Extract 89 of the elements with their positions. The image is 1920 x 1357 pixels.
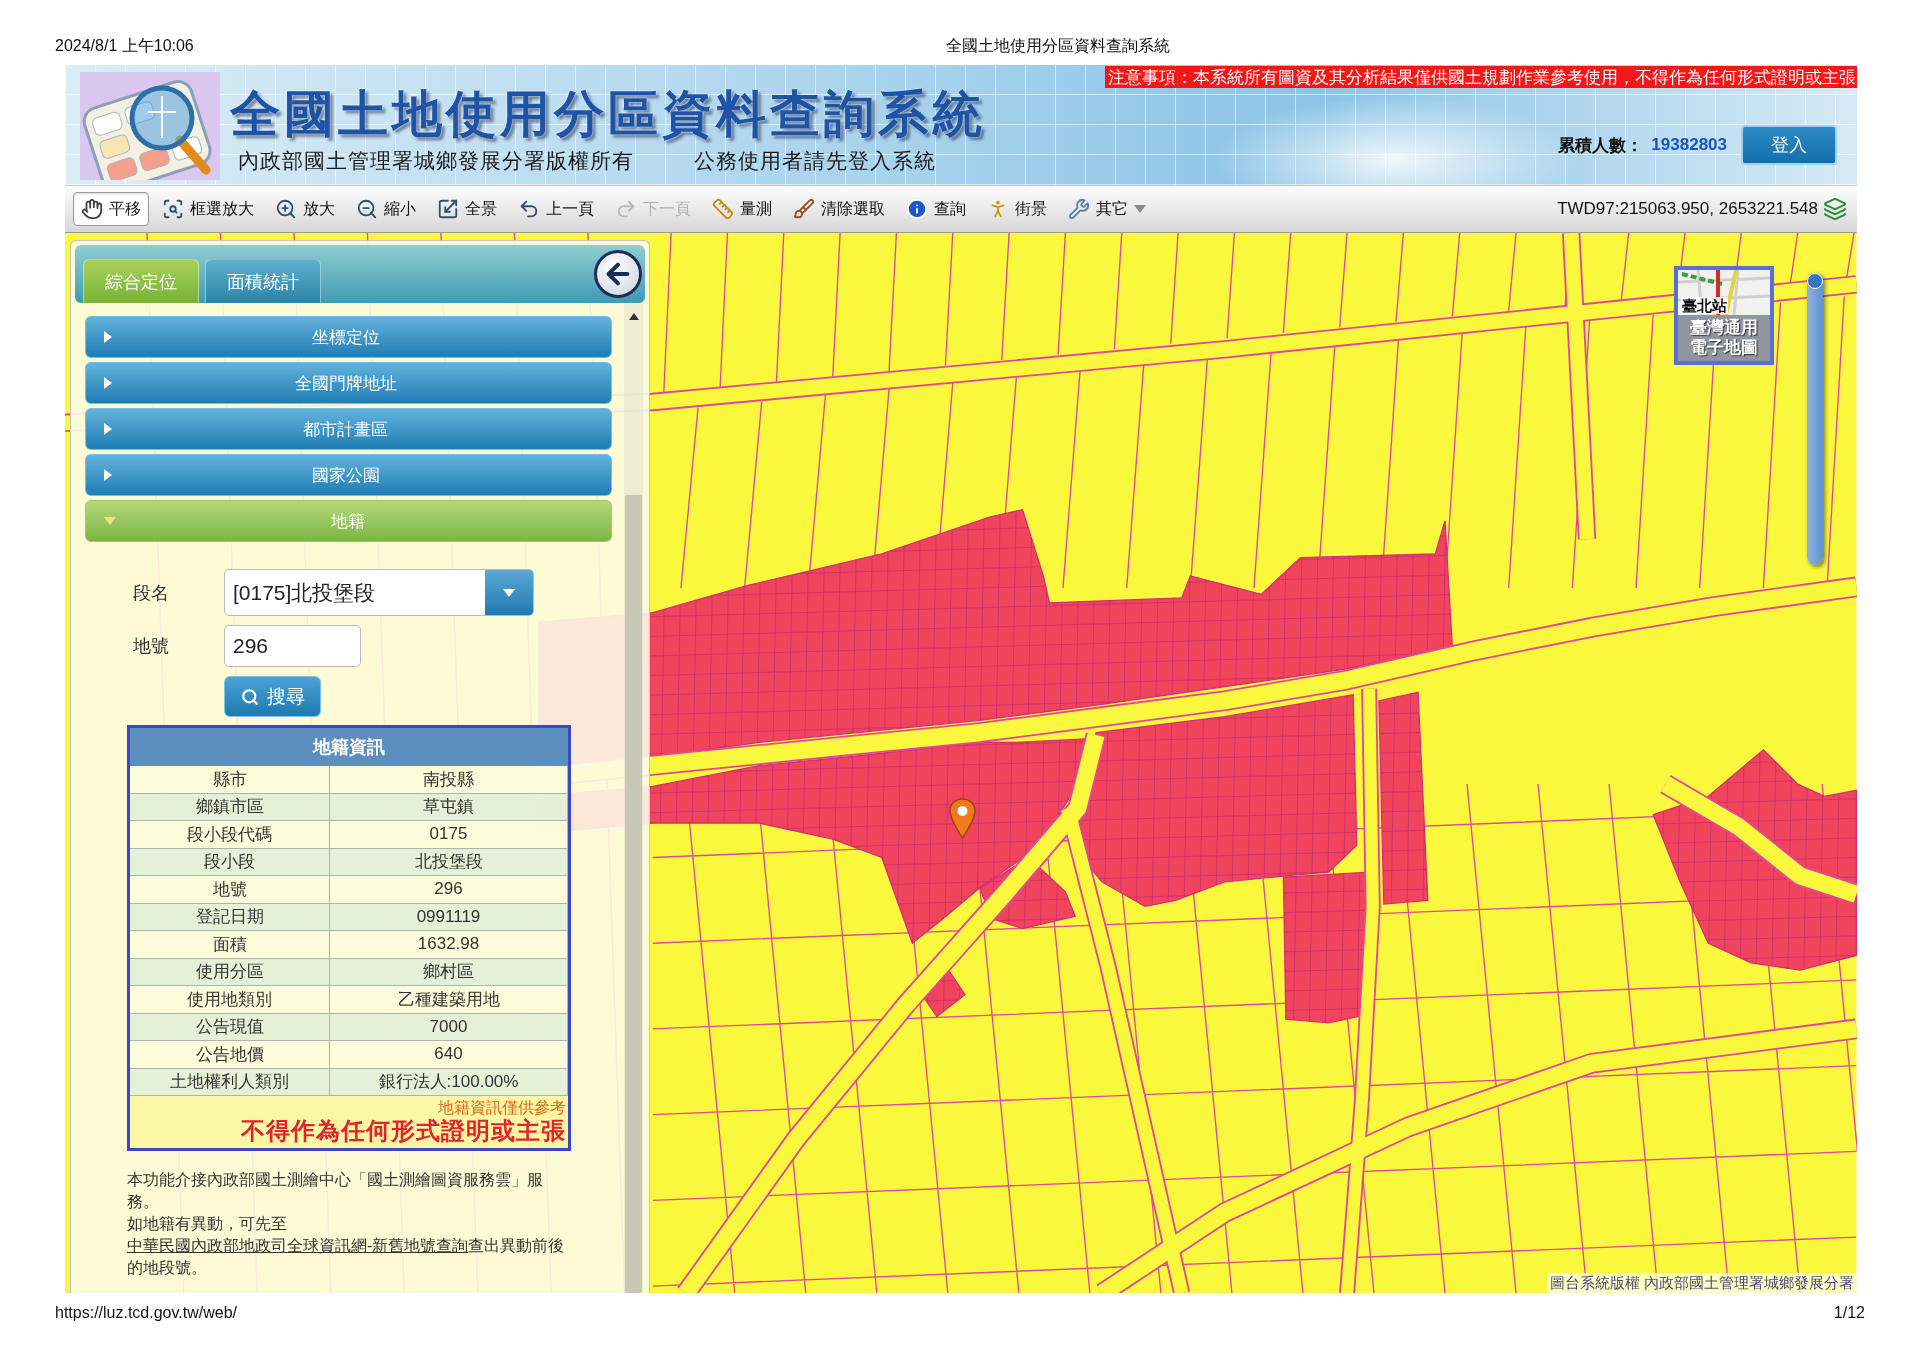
ruler-icon	[712, 198, 734, 220]
caret-icon	[104, 423, 112, 435]
description-text: 如地籍有異動，可先至 中華民國內政部地政司全球資訊網-新舊地號查詢查出異動前後的地段號。	[127, 1214, 566, 1278]
search-button[interactable]: 搜尋	[224, 676, 321, 717]
value-cell: 0175	[330, 821, 568, 849]
zoom-in-icon	[275, 198, 297, 220]
toolbar-button[interactable]: 街景	[979, 192, 1055, 226]
notice-banner: 注意事項：本系統所有圖資及其分析結果僅供國土規劃作業參考使用，不得作為任何形式證明或主張	[1105, 66, 1857, 88]
basemap-switcher[interactable]: 臺北站 臺灣通用電子地圖	[1674, 266, 1774, 365]
toolbar-button[interactable]: 上一頁	[510, 192, 602, 226]
toolbar-button[interactable]: 平移	[73, 192, 149, 226]
zoom-slider-thumb[interactable]	[1807, 273, 1823, 289]
toolbar-button[interactable]: 全景	[429, 192, 505, 226]
toolbar-button[interactable]: 其它	[1060, 192, 1154, 226]
login-hint: 公務使用者請先登入系統	[694, 148, 936, 174]
caret-icon	[503, 588, 515, 597]
toolbar-button[interactable]: 查詢	[898, 192, 974, 226]
layers-icon[interactable]	[1823, 197, 1847, 221]
info-icon	[906, 198, 928, 220]
back-button[interactable]	[594, 250, 642, 298]
print-url: https://luz.tcd.gov.tw/web/	[55, 1304, 237, 1322]
label-cell: 登記日期	[130, 903, 330, 931]
place-label: 臺北站	[1681, 297, 1728, 314]
label-cell: 段小段	[130, 848, 330, 876]
value-cell: 1632.98	[330, 931, 568, 959]
location-pin-icon	[949, 798, 976, 839]
brush-icon	[793, 198, 815, 220]
table-title: 地籍資訊	[130, 728, 568, 766]
label-cell: 縣市	[130, 766, 330, 794]
wrench-icon	[1068, 198, 1090, 220]
value-cell: 乙種建築用地	[330, 986, 568, 1014]
search-icon	[240, 687, 259, 706]
label-cell: 公告現值	[130, 1013, 330, 1041]
value-cell: 北投堡段	[330, 848, 568, 876]
zoom-out-icon	[356, 198, 378, 220]
label-cell: 使用分區	[130, 958, 330, 986]
value-cell: 296	[330, 876, 568, 904]
toolbar-button[interactable]: 量測	[704, 192, 780, 226]
lookup-link[interactable]: 中華民國內政部地政司全球資訊網-新舊地號查詢	[127, 1237, 469, 1254]
value-cell: 0991119	[330, 903, 568, 931]
login-button[interactable]: 登入	[1741, 125, 1837, 165]
print-title: 全國土地使用分區資料查詢系統	[946, 37, 1171, 56]
select-field[interactable]: [0175]北投堡段	[224, 569, 534, 616]
caret-icon	[104, 469, 112, 481]
reference-note: 地籍資訊僅供參考	[438, 1099, 566, 1117]
value-cell: 鄉村區	[330, 958, 568, 986]
coordinates-text: TWD97:215063.950, 2653221.548	[1557, 199, 1818, 219]
print-date: 2024/8/1 上午10:06	[55, 37, 195, 56]
caret-icon	[1134, 205, 1146, 213]
page-number: 1/12	[1833, 1304, 1865, 1322]
scroll-up-icon[interactable]	[628, 313, 639, 320]
copyright-text: 內政部國土管理署城鄉發展分署版權所有	[238, 148, 634, 174]
caret-icon	[104, 331, 112, 343]
diagonal-arrow-icon	[437, 198, 459, 220]
field-label: 段名	[133, 581, 170, 605]
label-cell: 段小段代碼	[130, 821, 330, 849]
toolbar-button[interactable]: 清除選取	[785, 192, 893, 226]
scrollbar-thumb[interactable]	[625, 495, 642, 1293]
redo-arrow-icon	[615, 198, 637, 220]
field-label: 地號	[133, 635, 170, 658]
label-cell: 使用地類別	[130, 986, 330, 1014]
hand-icon	[81, 198, 103, 220]
label-cell: 公告地價	[130, 1041, 330, 1069]
value-cell: 640	[330, 1041, 568, 1069]
basemap-label: 臺灣通用電子地圖	[1689, 318, 1759, 358]
zoom-slider-track[interactable]	[1807, 273, 1823, 565]
attribution-text: 圖台系統版權 內政部國土管理署城鄉發展分署	[1546, 1273, 1857, 1293]
label-cell: 地號	[130, 876, 330, 904]
visitor-label: 累積人數：	[1558, 134, 1644, 157]
label-cell: 鄉鎮市區	[130, 793, 330, 821]
value-cell: 草屯鎮	[330, 793, 568, 821]
label-cell: 面積	[130, 931, 330, 959]
value-cell: 南投縣	[330, 766, 568, 794]
visitor-count: 19382803	[1651, 135, 1727, 155]
warning-text: 不得作為任何形式證明或主張	[241, 1117, 566, 1145]
caret-icon	[104, 377, 112, 389]
caret-icon	[104, 517, 116, 525]
dropdown-button[interactable]	[485, 570, 533, 615]
magnifier-frame-icon	[162, 198, 184, 220]
label-cell: 土地權利人類別	[130, 1068, 330, 1096]
input-field[interactable]: 296	[224, 625, 361, 667]
site-title: 全國土地使用分區資料查詢系統	[230, 86, 986, 142]
value-cell: 銀行法人:100.00%	[330, 1068, 568, 1096]
undo-arrow-icon	[518, 198, 540, 220]
toolbar-button[interactable]: 框選放大	[154, 192, 262, 226]
toolbar-button[interactable]: 放大	[267, 192, 343, 226]
description-text: 本功能介接內政部國土測繪中心「國土測繪圖資服務雲」服務。	[127, 1170, 544, 1212]
toolbar-button[interactable]: 縮小	[348, 192, 424, 226]
value-cell: 7000	[330, 1013, 568, 1041]
